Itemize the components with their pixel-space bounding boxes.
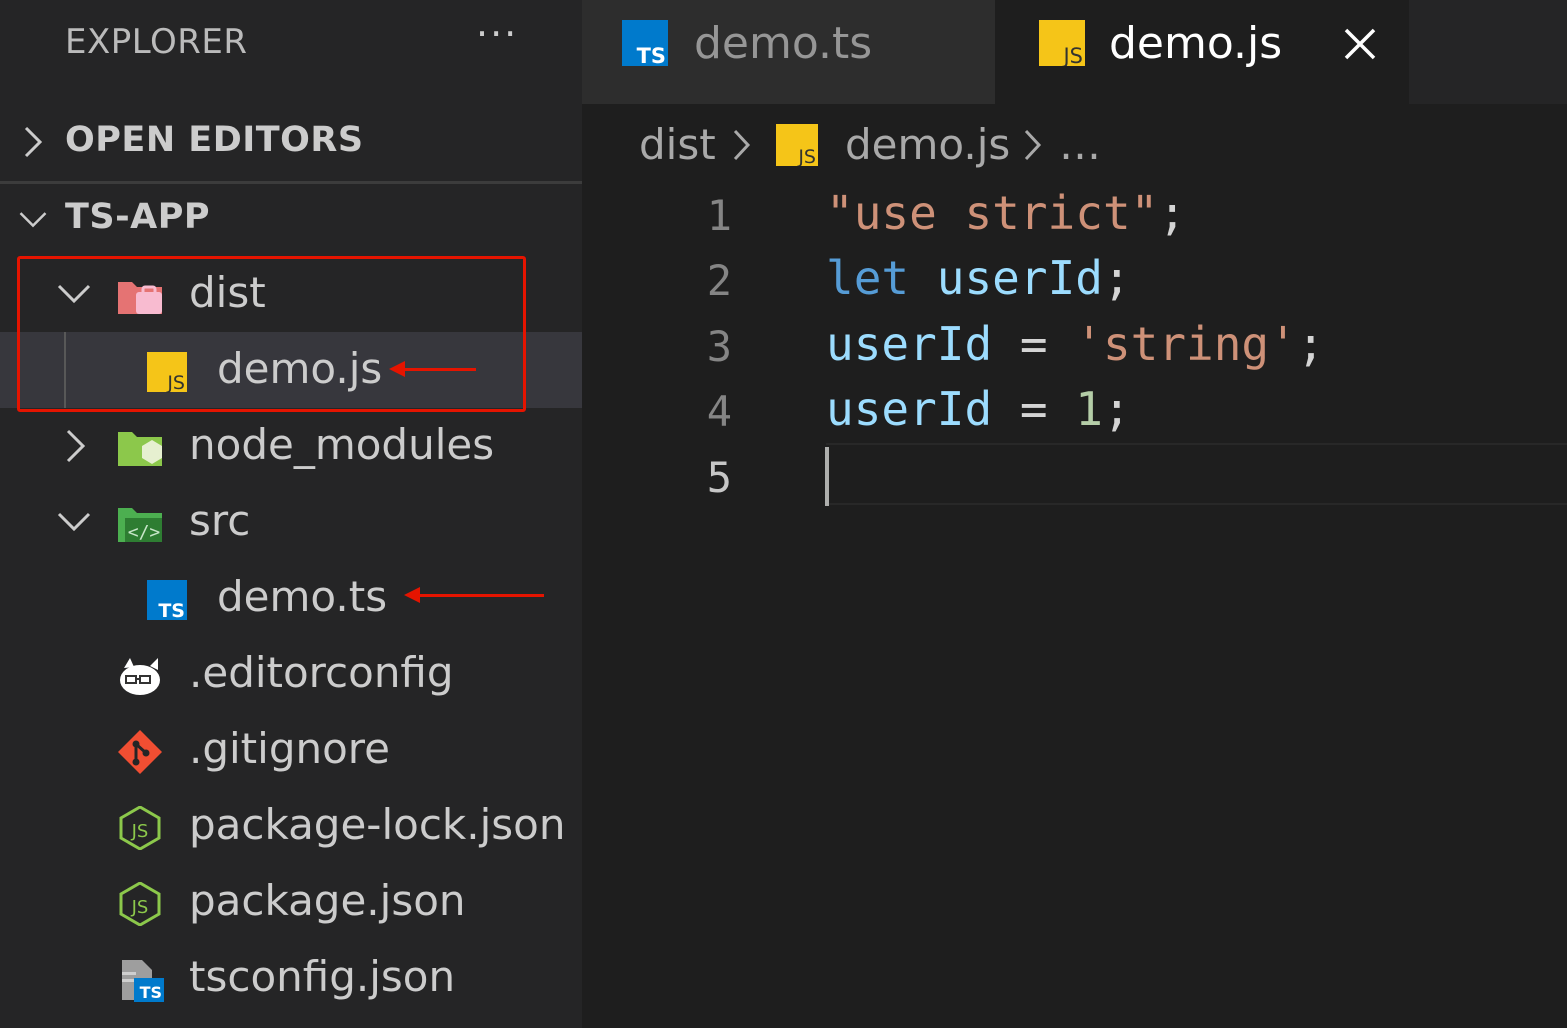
- folder-dist-icon: [118, 282, 162, 314]
- tree-item-label: dist: [189, 268, 266, 317]
- explorer-header: EXPLORER ···: [0, 0, 582, 86]
- breadcrumb-more[interactable]: …: [1059, 120, 1101, 169]
- svg-text:JS: JS: [166, 372, 185, 394]
- code-token-punctuation: ;: [1102, 251, 1131, 305]
- code-line: let userId;: [826, 251, 1131, 305]
- code-token-punctuation: ;: [1158, 186, 1187, 240]
- line-number: 3: [706, 322, 732, 371]
- breadcrumb: dist JS demo.js …: [582, 104, 1567, 182]
- javascript-file-icon: JS: [776, 124, 818, 166]
- svg-text:JS: JS: [131, 821, 149, 842]
- chevron-right-icon: [1024, 129, 1042, 161]
- tree-item-src[interactable]: </> src: [0, 484, 582, 560]
- tree-item-node-modules[interactable]: node_modules: [0, 408, 582, 484]
- text-cursor: [825, 447, 829, 506]
- chevron-right-icon: [66, 429, 86, 463]
- svg-text:JS: JS: [797, 146, 816, 166]
- tree-item-label: package-lock.json: [189, 800, 566, 849]
- svg-text:TS: TS: [637, 44, 666, 66]
- code-line: userId = 1;: [826, 382, 1131, 436]
- line-number: 4: [706, 387, 732, 436]
- javascript-file-icon: JS: [1039, 20, 1085, 66]
- tree-item-package-lock-json[interactable]: JS package-lock.json: [0, 788, 582, 864]
- current-line-highlight: [826, 443, 1567, 505]
- code-line: "use strict";: [826, 186, 1186, 240]
- explorer-title: EXPLORER: [65, 22, 248, 62]
- tab-label: demo.js: [1109, 18, 1283, 69]
- git-icon: [118, 730, 162, 774]
- section-ts-app[interactable]: TS-APP: [0, 181, 582, 260]
- typescript-file-icon: TS: [622, 20, 668, 66]
- tab-demo-js[interactable]: JS demo.js: [995, 0, 1409, 104]
- breadcrumb-file[interactable]: demo.js: [845, 120, 1010, 169]
- indent-guide: [64, 332, 66, 408]
- code-token-operator: =: [992, 317, 1076, 371]
- tree-item-label: demo.ts: [217, 572, 388, 621]
- svg-text:</>: </>: [128, 522, 161, 543]
- tree-item-src-demo-ts[interactable]: TS demo.ts: [0, 560, 582, 636]
- annotation-arrow: [389, 361, 476, 377]
- tab-demo-ts[interactable]: TS demo.ts: [582, 0, 995, 104]
- svg-text:JS: JS: [131, 897, 149, 918]
- chevron-right-icon: [24, 126, 43, 158]
- tree-item-label: tsconfig.json: [189, 952, 456, 1001]
- chevron-down-icon: [57, 284, 91, 304]
- chevron-right-icon: [733, 129, 751, 161]
- folder-node-icon: [118, 432, 162, 466]
- tree-item-label: .gitignore: [189, 724, 390, 773]
- line-number: 2: [706, 256, 732, 305]
- code-line: userId = 'string';: [826, 317, 1325, 371]
- code-token-operator: =: [992, 382, 1076, 436]
- tree-item-editorconfig[interactable]: .editorconfig: [0, 636, 582, 712]
- tree-item-label: demo.js: [217, 344, 383, 393]
- tree-item-gitignore[interactable]: .gitignore: [0, 712, 582, 788]
- nodejs-icon: JS: [119, 882, 161, 926]
- tab-label: demo.ts: [694, 18, 873, 69]
- breadcrumb-folder[interactable]: dist: [639, 120, 716, 169]
- code-token-number: 1: [1075, 382, 1103, 436]
- section-label: OPEN EDITORS: [65, 120, 364, 160]
- line-number-active: 5: [706, 453, 732, 502]
- ellipsis-icon[interactable]: ···: [476, 12, 518, 56]
- line-number: 1: [706, 191, 732, 240]
- svg-text:TS: TS: [158, 600, 185, 622]
- code-token-string: "use strict": [826, 186, 1159, 240]
- code-token-string: 'string': [1075, 317, 1297, 371]
- typescript-file-icon: TS: [147, 580, 187, 622]
- tree-item-package-json[interactable]: JS package.json: [0, 864, 582, 940]
- chevron-down-icon: [19, 212, 47, 228]
- tree-item-label: .editorconfig: [189, 648, 454, 697]
- tree-item-label: package.json: [189, 876, 466, 925]
- section-label: TS-APP: [65, 197, 210, 237]
- tree-item-tsconfig-json[interactable]: TS tsconfig.json: [0, 940, 582, 1016]
- editor-tab-bar: TS demo.ts JS demo.js: [582, 0, 1567, 104]
- code-token-variable: userId: [826, 317, 993, 371]
- tsconfig-icon: TS: [122, 960, 164, 1002]
- code-token-punctuation: ;: [1102, 382, 1131, 436]
- section-open-editors[interactable]: OPEN EDITORS: [0, 104, 582, 180]
- folder-src-icon: </>: [118, 508, 162, 543]
- editorconfig-icon: [120, 658, 160, 695]
- tree-item-label: node_modules: [189, 420, 495, 469]
- code-token-punctuation: ;: [1296, 317, 1325, 371]
- tree-item-dist[interactable]: dist: [0, 256, 582, 332]
- close-icon[interactable]: [1340, 24, 1380, 64]
- annotation-arrow: [404, 587, 544, 603]
- svg-text:TS: TS: [140, 983, 162, 1002]
- chevron-down-icon: [57, 512, 91, 532]
- code-token-keyword: let: [826, 251, 910, 305]
- tree-item-label: src: [189, 496, 251, 545]
- svg-text:JS: JS: [1061, 44, 1082, 66]
- javascript-file-icon: JS: [147, 352, 187, 394]
- explorer-sidebar: EXPLORER ··· OPEN EDITORS TS-APP dist JS…: [0, 0, 582, 1028]
- code-token-variable: userId: [936, 251, 1103, 305]
- nodejs-icon: JS: [119, 806, 161, 850]
- code-editor[interactable]: 1 2 3 4 5 "use strict"; let userId; user…: [582, 182, 1567, 1028]
- tree-item-dist-demo-js[interactable]: JS demo.js: [0, 332, 582, 408]
- code-token-variable: userId: [826, 382, 993, 436]
